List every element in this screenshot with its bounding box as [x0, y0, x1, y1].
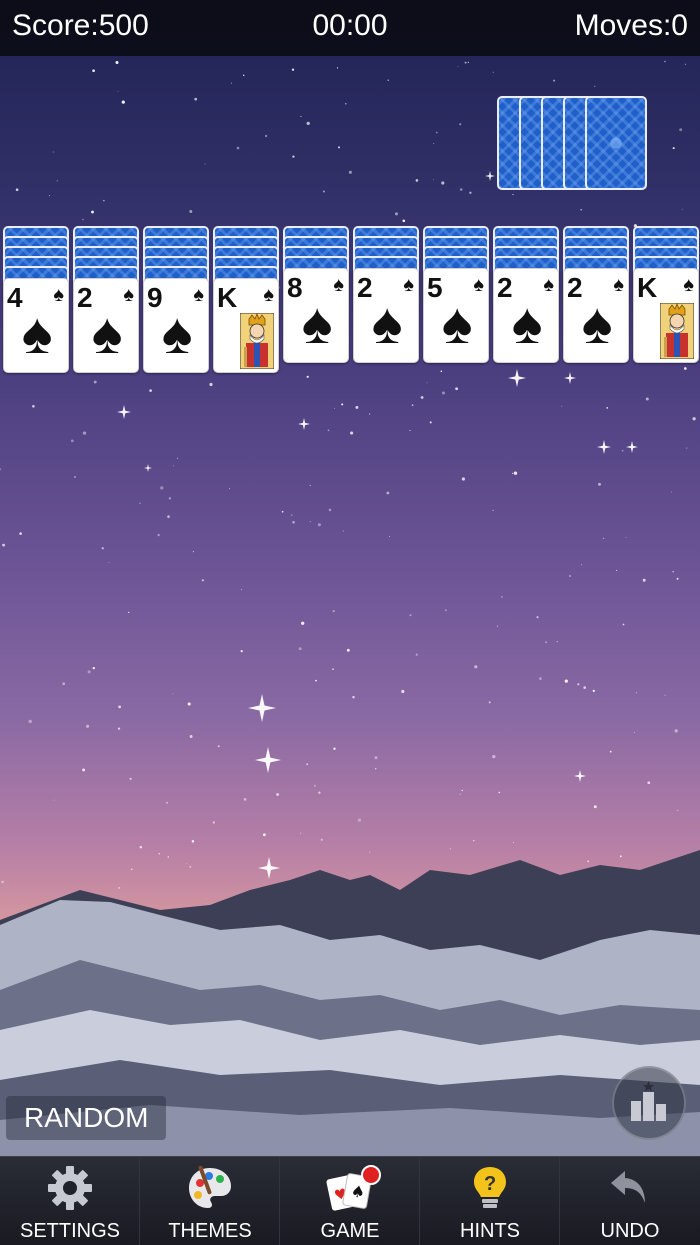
- lightbulb-icon: ?: [474, 1167, 506, 1208]
- hints-button[interactable]: ? HINTS: [420, 1157, 560, 1245]
- face-up-card[interactable]: 4 ♠ ♠: [3, 278, 69, 373]
- svg-text:?: ?: [484, 1173, 496, 1195]
- leaderboard-button[interactable]: [612, 1066, 686, 1140]
- spade-icon: ♠: [263, 284, 274, 306]
- face-up-card[interactable]: 5 ♠ ♠: [423, 268, 489, 363]
- spade-icon: ♠: [301, 291, 333, 356]
- spade-icon: ♠: [371, 291, 403, 356]
- game-label: GAME: [320, 1220, 380, 1242]
- spade-icon: ♠: [53, 284, 64, 306]
- face-up-card[interactable]: 2 ♠ ♠: [493, 268, 559, 363]
- spade-icon: ♠: [543, 274, 554, 296]
- spade-icon: ♠: [683, 274, 694, 296]
- bottom-toolbar: SETTINGS THEMES ♥ ♠ GAME ? HINTS UNDO: [0, 1156, 700, 1245]
- spade-icon: ♠: [91, 301, 123, 366]
- spade-icon: ♠: [161, 301, 193, 366]
- spade-icon: ♠: [333, 274, 344, 296]
- gear-icon: [48, 1166, 92, 1210]
- themes-label: THEMES: [168, 1220, 252, 1242]
- spade-icon: ♠: [473, 274, 484, 296]
- cards-icon: ♥ ♠: [326, 1165, 381, 1211]
- face-up-card[interactable]: 2 ♠ ♠: [353, 268, 419, 363]
- spade-icon: ♠: [511, 291, 543, 356]
- undo-button[interactable]: UNDO: [560, 1157, 700, 1245]
- spade-icon: ♠: [613, 274, 624, 296]
- king-portrait-icon: [660, 303, 694, 359]
- spade-icon: ♠: [581, 291, 613, 356]
- spade-icon: ♠: [403, 274, 414, 296]
- face-up-card[interactable]: 2 ♠ ♠: [73, 278, 139, 373]
- face-up-card[interactable]: K ♠: [633, 268, 699, 363]
- undo-label: UNDO: [600, 1220, 660, 1242]
- face-up-card[interactable]: 2 ♠ ♠: [563, 268, 629, 363]
- spade-icon: ♠: [441, 291, 473, 356]
- spade-icon: ♠: [193, 284, 204, 306]
- card-rank: K: [217, 282, 237, 313]
- face-up-card[interactable]: 9 ♠ ♠: [143, 278, 209, 373]
- game-mode-label: RANDOM: [6, 1096, 166, 1140]
- spade-icon: ♠: [21, 301, 53, 366]
- spade-icon: ♠: [123, 284, 134, 306]
- face-up-card[interactable]: K ♠: [213, 278, 279, 373]
- hints-label: HINTS: [460, 1220, 520, 1242]
- game-button[interactable]: ♥ ♠ GAME: [280, 1157, 420, 1245]
- palette-icon: [189, 1165, 231, 1208]
- status-bar: Score:500 00:00 Moves:0: [0, 0, 700, 56]
- stock-card[interactable]: [585, 96, 647, 190]
- podium-icon: [631, 1081, 666, 1121]
- themes-button[interactable]: THEMES: [140, 1157, 280, 1245]
- moves-label: Moves:0: [574, 9, 688, 42]
- settings-label: SETTINGS: [19, 1220, 120, 1242]
- face-up-card[interactable]: 8 ♠ ♠: [283, 268, 349, 363]
- king-portrait-icon: [240, 313, 274, 369]
- undo-arrow-icon: [611, 1171, 645, 1203]
- settings-button[interactable]: SETTINGS: [0, 1157, 140, 1245]
- card-rank: K: [637, 272, 657, 303]
